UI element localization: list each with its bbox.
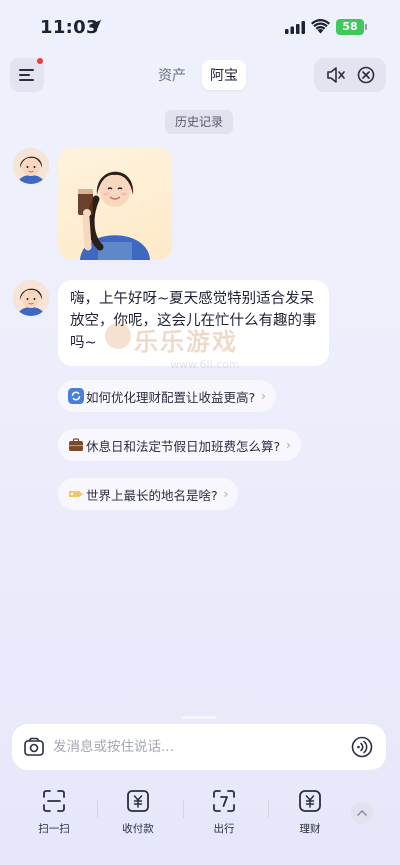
chevron-right-icon: › bbox=[286, 438, 291, 452]
wifi-icon bbox=[311, 19, 330, 34]
nav-item-travel[interactable]: 出行 bbox=[192, 788, 256, 836]
suggestion-chip[interactable]: 世界上最长的地名是啥? › bbox=[58, 478, 239, 510]
assistant-photo-card[interactable] bbox=[58, 147, 172, 260]
nav-item-wealth[interactable]: 理财 bbox=[278, 788, 342, 836]
wealth-icon bbox=[299, 790, 321, 812]
history-button[interactable]: 历史记录 bbox=[165, 110, 233, 134]
payment-code-icon bbox=[127, 790, 149, 812]
message-input-bar bbox=[12, 724, 386, 770]
assistant-avatar bbox=[13, 280, 49, 316]
nav-item-scan[interactable]: 扫一扫 bbox=[22, 788, 86, 836]
chevron-right-icon: › bbox=[223, 487, 229, 501]
refresh-icon bbox=[68, 388, 84, 404]
signal-icon bbox=[285, 21, 305, 34]
suggestion-chip[interactable]: 休息日和法定节假日加班费怎么算? › bbox=[58, 429, 301, 461]
top-right-controls bbox=[314, 58, 386, 92]
suggestion-text: 如何优化理财配置让收益更高? bbox=[86, 389, 256, 405]
nav-divider bbox=[97, 800, 98, 818]
suggestion-chip[interactable]: 如何优化理财配置让收益更高? › bbox=[58, 380, 276, 412]
nav-item-payment[interactable]: 收付款 bbox=[106, 788, 170, 836]
tag-icon bbox=[69, 491, 83, 497]
voice-icon[interactable] bbox=[351, 736, 373, 758]
assistant-avatar bbox=[13, 148, 49, 184]
message-input[interactable] bbox=[53, 739, 351, 755]
assistant-message-bubble: 嗨，上午好呀~夏天感觉特别适合发呆放空，你呢，这会儿在忙什么有趣的事吗~ bbox=[58, 280, 329, 366]
nav-divider bbox=[183, 800, 184, 818]
battery-indicator: 58 bbox=[336, 19, 367, 35]
tab-assets[interactable]: 资产 bbox=[152, 60, 192, 90]
scan-icon bbox=[43, 790, 65, 812]
suggestion-text: 世界上最长的地名是啥? bbox=[86, 487, 218, 503]
expand-up-button[interactable] bbox=[351, 802, 373, 824]
chevron-right-icon: › bbox=[261, 389, 266, 403]
status-bar: 11:03 58 bbox=[0, 0, 400, 56]
tab-abao[interactable]: 阿宝 bbox=[202, 60, 246, 90]
header-tabs: 资产 阿宝 bbox=[152, 60, 246, 90]
mute-icon[interactable] bbox=[326, 66, 346, 84]
bottom-nav: 扫一扫 收付款 出行 理财 bbox=[0, 784, 400, 844]
chevron-up-icon bbox=[357, 809, 367, 816]
nav-divider bbox=[268, 800, 269, 818]
travel-code-icon bbox=[213, 790, 235, 812]
menu-icon bbox=[19, 69, 34, 81]
suggestion-text: 休息日和法定节假日加班费怎么算? bbox=[86, 438, 281, 454]
briefcase-icon bbox=[69, 438, 83, 451]
location-arrow-icon bbox=[89, 20, 101, 32]
close-icon[interactable] bbox=[357, 66, 375, 84]
camera-icon[interactable] bbox=[23, 736, 45, 758]
assistant-character-image bbox=[78, 171, 150, 260]
scroll-handle[interactable] bbox=[182, 716, 216, 719]
notification-dot bbox=[37, 58, 43, 64]
